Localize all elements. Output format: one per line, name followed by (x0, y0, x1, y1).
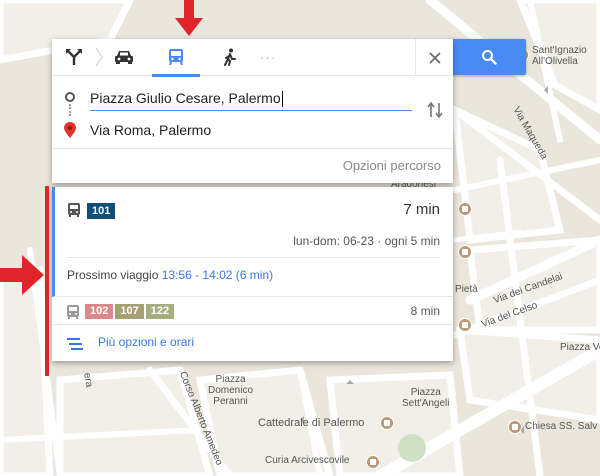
route-option-primary[interactable]: 101 7 min lun-dom: 06-23 · ogni 5 min Pr… (52, 187, 453, 297)
church-icon (458, 318, 472, 332)
bus-icon (68, 203, 80, 217)
swap-icon[interactable] (427, 101, 443, 123)
line-badge-101: 101 (87, 203, 116, 219)
mode-walk[interactable] (212, 39, 248, 76)
close-button[interactable] (415, 39, 453, 76)
origin-circle-icon (65, 92, 75, 102)
route-list: 101 7 min lun-dom: 06-23 · ogni 5 min Pr… (52, 187, 453, 361)
line-badge-122: 122 (145, 304, 175, 319)
next-trip-times[interactable]: 13:56 - 14:02 (6 min) (162, 268, 273, 282)
origin-input-value: Piazza Giulio Cesare, Palermo (90, 90, 281, 106)
map-label-piazza-domenico-peranni: Piazza Domenico Peranni (208, 374, 254, 407)
route-option-alternative[interactable]: 102 107 122 8 min (52, 297, 453, 325)
map-label-cattedrale: Cattedrale di Palermo (258, 417, 365, 429)
annotation-bar (45, 186, 49, 376)
church-icon (508, 420, 522, 434)
close-icon (428, 51, 441, 64)
mode-transit[interactable] (152, 39, 200, 77)
route-fields: Piazza Giulio Cesare, Palermo Via Roma, … (52, 76, 453, 149)
map-label-piazza-settangeli: Piazza Sett'Angeli (402, 387, 450, 409)
divider (67, 257, 440, 258)
next-trip: Prossimo viaggio 13:56 - 14:02 (6 min) (67, 268, 273, 282)
text-caret (281, 91, 283, 108)
more-modes-icon[interactable]: ··· (248, 49, 288, 65)
list-icon (67, 338, 83, 350)
walk-icon (224, 48, 236, 66)
destination-input[interactable]: Via Roma, Palermo (90, 117, 412, 143)
map-label-chiesa-ss-salv: Chiesa SS. Salv (525, 421, 598, 432)
map-label-sant-ignazio: Sant'Ignazio All'Olivella (532, 45, 587, 67)
travel-mode-bar: ··· (52, 39, 453, 77)
alt-route-duration: 8 min (410, 304, 440, 318)
annotation-arrow-right-icon (0, 255, 44, 295)
church-icon (458, 202, 472, 216)
destination-input-value: Via Roma, Palermo (90, 122, 212, 138)
route-duration: 7 min (403, 201, 440, 218)
alt-line-badges: 102 107 122 (85, 304, 175, 319)
route-schedule: lun-dom: 06-23 · ogni 5 min (293, 234, 440, 248)
bus-icon (67, 305, 79, 319)
destination-pin-icon (64, 122, 76, 143)
search-icon (482, 50, 497, 65)
route-options-link[interactable]: Opzioni percorso (52, 149, 453, 183)
next-trip-label: Prossimo viaggio (67, 268, 159, 282)
church-icon (366, 455, 380, 469)
transit-icon (169, 49, 183, 66)
search-button[interactable] (452, 39, 526, 75)
route-dots-icon (69, 104, 71, 116)
church-icon (458, 245, 472, 259)
map-label-era: era (81, 372, 95, 389)
origin-input[interactable]: Piazza Giulio Cesare, Palermo (90, 85, 412, 111)
annotation-arrow-down-icon (175, 0, 203, 36)
car-icon (115, 51, 133, 64)
route-fork-icon (66, 49, 82, 65)
chevron-right-icon (92, 47, 106, 67)
mode-car[interactable] (106, 39, 142, 76)
line-badge-102: 102 (85, 304, 114, 319)
church-icon (380, 416, 394, 430)
map-label-curia: Curia Arcivescovile (265, 455, 350, 466)
line-badge-107: 107 (115, 304, 144, 319)
more-options-label: Più opzioni e orari (98, 335, 195, 349)
more-options-link[interactable]: Più opzioni e orari (52, 325, 453, 361)
mode-best-route[interactable] (56, 39, 92, 76)
map-label-pieta: Pietà (455, 284, 478, 295)
directions-panel: ··· Piazza Giulio Cesare, Palermo Via Ro… (52, 39, 453, 183)
map-label-piazza-ver: Piazza Ver (560, 342, 600, 353)
